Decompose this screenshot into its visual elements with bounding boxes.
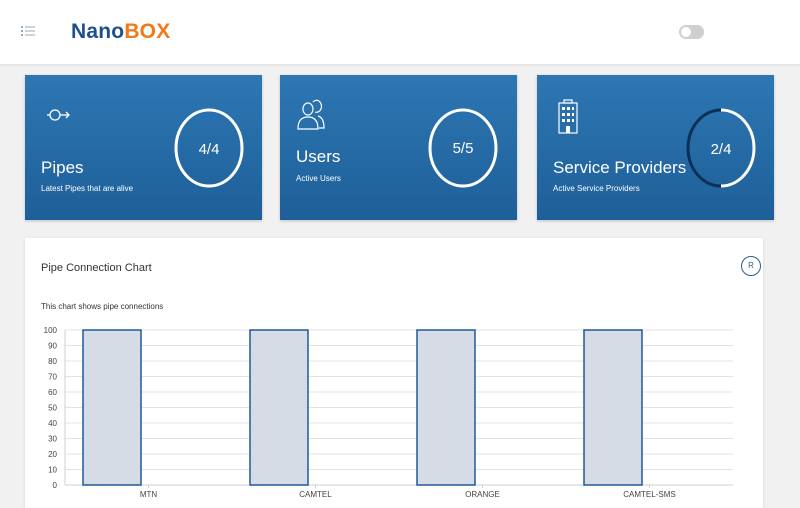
bar bbox=[249, 329, 309, 486]
y-tick-label: 80 bbox=[48, 357, 57, 366]
y-tick-label: 40 bbox=[48, 419, 57, 428]
users-card[interactable]: Users Active Users 5/5 bbox=[280, 75, 517, 220]
x-tick-label: ORANGE bbox=[465, 490, 500, 499]
y-tick-label: 30 bbox=[48, 435, 57, 444]
users-icon bbox=[297, 99, 325, 130]
chart-title: Pipe Connection Chart bbox=[41, 262, 152, 274]
x-tick-label: CAMTEL-SMS bbox=[623, 490, 675, 499]
card-subtitle: Active Users bbox=[296, 174, 341, 183]
theme-toggle[interactable] bbox=[679, 25, 704, 39]
ring-value: 2/4 bbox=[710, 141, 732, 158]
ring-value: 4/4 bbox=[198, 141, 220, 158]
bar-chart: 0 10 20 30 40 50 60 70 80 90 100 MTN CAMTEL ORANGE CAM… bbox=[44, 326, 733, 499]
y-tick-label: 0 bbox=[53, 481, 58, 490]
building-icon bbox=[558, 99, 578, 134]
chart-panel: Pipe Connection Chart R This chart shows… bbox=[25, 238, 763, 508]
card-subtitle: Active Service Providers bbox=[553, 184, 640, 193]
reset-button[interactable]: R bbox=[741, 256, 761, 276]
y-tick-label: 60 bbox=[48, 388, 57, 397]
card-title: Users bbox=[296, 147, 341, 166]
y-tick-label: 20 bbox=[48, 450, 57, 459]
service-providers-card[interactable]: Service Providers Active Service Provide… bbox=[537, 75, 774, 220]
card-title: Service Providers bbox=[553, 158, 687, 177]
y-tick-label: 90 bbox=[48, 342, 57, 351]
y-tick-label: 10 bbox=[48, 466, 57, 475]
y-tick-label: 50 bbox=[48, 404, 57, 413]
brand-name-part2: BOX bbox=[124, 20, 171, 43]
pipe-arrow-icon bbox=[47, 109, 70, 121]
toggle-knob bbox=[681, 27, 691, 37]
y-tick-label: 100 bbox=[44, 326, 58, 335]
brand-name-part1: Nano bbox=[71, 20, 125, 43]
pipes-card[interactable]: Pipes Latest Pipes that are alive 4/4 bbox=[25, 75, 262, 220]
card-title: Pipes bbox=[41, 158, 84, 177]
bar bbox=[416, 329, 476, 486]
x-tick-label: MTN bbox=[140, 490, 158, 499]
x-tick-label: CAMTEL bbox=[299, 490, 332, 499]
bar bbox=[583, 329, 643, 486]
chart-description: This chart shows pipe connections bbox=[41, 302, 164, 311]
bar bbox=[82, 329, 142, 486]
brand-logo[interactable]: NanoBOX bbox=[71, 20, 170, 44]
top-bar: NanoBOX bbox=[0, 0, 800, 64]
ring-value: 5/5 bbox=[452, 140, 474, 157]
y-tick-label: 70 bbox=[48, 373, 57, 382]
card-subtitle: Latest Pipes that are alive bbox=[41, 184, 134, 193]
list-icon[interactable] bbox=[21, 26, 35, 36]
